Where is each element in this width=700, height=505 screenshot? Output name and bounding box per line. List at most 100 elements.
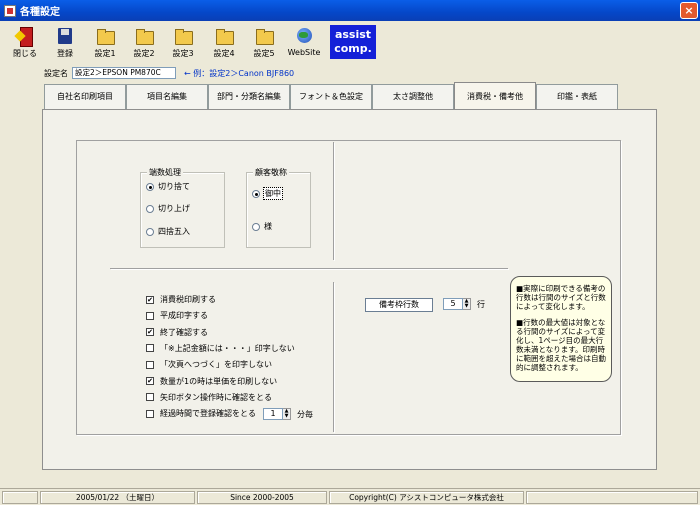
checkbox-label: 終了確認する	[160, 327, 208, 337]
rounding-option-label: 切り上げ	[158, 204, 190, 213]
setting-4-button[interactable]: 設定4	[205, 24, 243, 62]
website-label: WebSite	[287, 48, 321, 57]
rounding-option-round-half[interactable]: 四捨五入	[146, 226, 190, 237]
logo-line-1: assist	[334, 28, 372, 41]
checkbox-label: 「次頁へつづく」を印字しない	[160, 360, 272, 370]
status-cell-blank	[526, 491, 698, 504]
checkbox-label: 「※上記金額には・・・」印字しない	[160, 343, 295, 353]
setting-3-label: 設定3	[172, 49, 194, 58]
logo-line-2: comp.	[334, 42, 372, 55]
checkbox-label: 経過時間で登録確認をとる	[160, 409, 256, 419]
folder-icon	[95, 26, 115, 46]
tab-font-color[interactable]: フォント＆色設定	[290, 84, 372, 110]
exit-door-icon	[15, 26, 35, 47]
save-button-label: 登録	[57, 49, 73, 58]
radio-icon	[252, 222, 260, 231]
setting-1-button[interactable]: 設定1	[86, 24, 124, 62]
setting-5-button[interactable]: 設定5	[245, 24, 283, 62]
assist-comp-logo[interactable]: assist comp.	[330, 25, 376, 59]
rounding-option-label: 切り捨て	[158, 182, 190, 191]
radio-selected-icon	[146, 182, 154, 191]
radio-icon	[146, 227, 154, 236]
status-bar: 2005/01/22 （土曜日） Since 2000-2005 Copyrig…	[0, 488, 700, 505]
radio-icon	[146, 204, 154, 213]
checkbox-icon[interactable]	[146, 311, 154, 320]
tab-item-name-edit[interactable]: 項目名編集	[126, 84, 208, 110]
folder-icon	[214, 26, 234, 46]
honorific-option-sama[interactable]: 様	[252, 221, 272, 232]
setting-name-input[interactable]: 設定2＞EPSON PM870C	[72, 67, 176, 79]
setting-1-label: 設定1	[94, 49, 116, 58]
option-checkbox[interactable]: 経過時間で登録確認をとる	[146, 408, 256, 419]
elapsed-minutes-stepper[interactable]: 1 ▲ ▼ 分毎	[263, 408, 313, 420]
tab-thickness[interactable]: 太さ調整他	[372, 84, 454, 110]
spin-arrows-icon[interactable]: ▲ ▼	[283, 408, 291, 420]
remarks-rows-value[interactable]: 5	[443, 298, 463, 310]
checkbox-icon[interactable]	[146, 344, 154, 353]
checkbox-icon[interactable]	[146, 409, 154, 418]
checkbox-icon[interactable]	[146, 393, 154, 402]
option-checkbox[interactable]: ✔ 終了確認する	[146, 327, 208, 338]
folder-icon	[134, 26, 154, 46]
rounding-option-round-up[interactable]: 切り上げ	[146, 203, 190, 214]
vertical-divider-bottom	[333, 282, 334, 432]
remarks-note: ■実際に印刷できる備考の行数は行間のサイズと行数によって変化します。 ■行数の最…	[510, 276, 612, 382]
checkbox-checked-icon[interactable]: ✔	[146, 377, 154, 385]
tab-company-print[interactable]: 自社名印刷項目	[44, 84, 126, 110]
elapsed-minutes-unit: 分毎	[297, 409, 313, 419]
checkbox-label: 消費税印刷する	[160, 295, 216, 304]
folder-icon	[254, 26, 274, 46]
floppy-disk-icon	[55, 26, 75, 46]
option-checkbox[interactable]: 「※上記金額には・・・」印字しない	[146, 343, 295, 354]
status-date: 2005/01/22 （土曜日）	[40, 491, 195, 504]
spin-arrows-icon[interactable]: ▲ ▼	[463, 298, 471, 310]
honorific-title: 顧客敬称	[253, 167, 289, 178]
horizontal-divider	[110, 268, 508, 269]
note-paragraph-2: ■行数の最大値は対象となる行間のサイズによって変化し、1ページ目の最大行数未満と…	[516, 318, 606, 372]
checkbox-label: 矢印ボタン操作時に確認をとる	[160, 392, 272, 402]
checkbox-label: 平成印字する	[160, 311, 208, 321]
option-checkbox[interactable]: 矢印ボタン操作時に確認をとる	[146, 392, 272, 403]
close-window-button[interactable]: ×	[680, 2, 698, 19]
rounding-option-truncate[interactable]: 切り捨て	[146, 181, 190, 192]
remarks-rows-stepper[interactable]: 5 ▲ ▼ 行	[443, 298, 485, 310]
globe-icon	[294, 26, 314, 46]
setting-2-label: 設定2	[133, 49, 155, 58]
setting-name-label: 設定名	[44, 68, 68, 78]
tab-department-edit[interactable]: 部門・分類名編集	[208, 84, 290, 110]
option-checkbox[interactable]: 「次頁へつづく」を印字しない	[146, 359, 272, 370]
close-button[interactable]: 閉じる	[6, 24, 44, 62]
folder-icon	[173, 26, 193, 46]
title-bar: 各種設定 ×	[0, 0, 700, 21]
close-button-label: 閉じる	[13, 49, 37, 58]
note-paragraph-1: ■実際に印刷できる備考の行数は行間のサイズと行数によって変化します。	[516, 284, 606, 311]
checkbox-checked-icon[interactable]: ✔	[146, 328, 154, 337]
elapsed-minutes-value[interactable]: 1	[263, 408, 283, 420]
website-button[interactable]: WebSite	[285, 24, 323, 62]
option-checkbox[interactable]: ✔ 数量が1の時は単価を印刷しない	[146, 376, 277, 387]
remarks-rows-unit: 行	[477, 299, 485, 309]
setting-4-label: 設定4	[213, 49, 235, 58]
honorific-option-label: 様	[264, 222, 272, 231]
option-checkbox[interactable]: 平成印字する	[146, 310, 208, 321]
vertical-divider-top	[333, 142, 334, 260]
window-title: 各種設定	[20, 7, 60, 18]
option-checkbox[interactable]: ✔ 消費税印刷する	[146, 294, 216, 305]
honorific-group: 顧客敬称	[246, 167, 311, 248]
honorific-option-onchu[interactable]: 御中	[252, 187, 283, 200]
setting-5-label: 設定5	[253, 49, 275, 58]
status-since: Since 2000-2005	[197, 491, 327, 504]
remarks-rows-button[interactable]: 備考枠行数	[365, 298, 433, 312]
tab-tax-remarks[interactable]: 消費税・備考他	[454, 82, 536, 110]
setting-2-button[interactable]: 設定2	[125, 24, 163, 62]
checkbox-icon[interactable]	[146, 360, 154, 369]
save-button[interactable]: 登録	[46, 24, 84, 62]
checkbox-checked-icon[interactable]: ✔	[146, 295, 154, 304]
tab-seal-cover[interactable]: 印鑑・表紙	[536, 84, 618, 110]
radio-selected-icon	[252, 189, 260, 198]
status-cell-blank	[2, 491, 38, 504]
setting-name-row: 設定名 設定2＞EPSON PM870C ← 例：設定2＞Canon BJF86…	[44, 67, 294, 79]
rounding-title: 端数処理	[147, 167, 183, 178]
setting-name-example: ← 例：設定2＞Canon BJF860	[184, 68, 295, 78]
setting-3-button[interactable]: 設定3	[164, 24, 202, 62]
